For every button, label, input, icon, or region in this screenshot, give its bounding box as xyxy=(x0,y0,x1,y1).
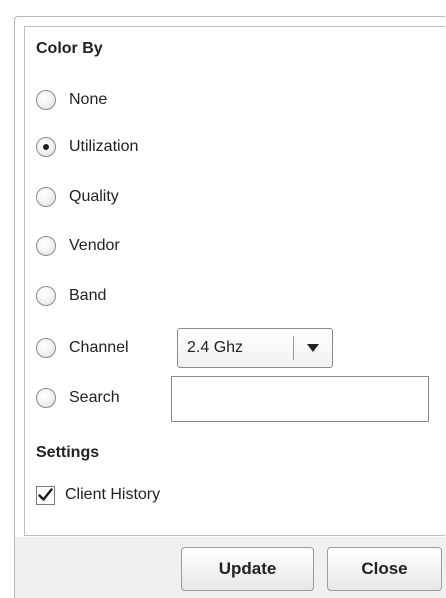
radio-icon[interactable] xyxy=(36,90,56,110)
chevron-down-icon[interactable] xyxy=(294,344,332,352)
settings-title: Settings xyxy=(36,444,100,461)
radio-label: Channel xyxy=(69,339,129,356)
client-history-label: Client History xyxy=(65,486,161,503)
client-history-checkbox[interactable]: Client History xyxy=(36,482,160,508)
radio-label: Vendor xyxy=(69,237,120,254)
radio-dot xyxy=(43,144,49,150)
radio-channel[interactable]: Channel xyxy=(36,335,129,361)
radio-band[interactable]: Band xyxy=(36,283,106,309)
radio-label: Utilization xyxy=(69,138,139,155)
radio-icon[interactable] xyxy=(36,236,56,256)
channel-band-value: 2.4 Ghz xyxy=(187,339,244,356)
search-input[interactable] xyxy=(171,376,429,422)
radio-icon[interactable] xyxy=(36,187,56,207)
radio-label: Quality xyxy=(69,188,119,205)
radio-icon[interactable] xyxy=(36,388,56,408)
update-button[interactable]: Update xyxy=(181,547,314,591)
checkbox-checked-icon[interactable] xyxy=(36,485,55,505)
radio-label: Band xyxy=(69,287,107,304)
close-button[interactable]: Close xyxy=(327,547,442,591)
radio-label: None xyxy=(69,91,108,108)
radio-icon[interactable] xyxy=(36,338,56,358)
radio-icon[interactable] xyxy=(36,286,56,306)
radio-search[interactable]: Search xyxy=(36,385,120,411)
radio-none[interactable]: None xyxy=(36,87,107,113)
radio-quality[interactable]: Quality xyxy=(36,184,119,210)
radio-label: Search xyxy=(69,389,120,406)
radio-selected-icon[interactable] xyxy=(36,137,56,157)
radio-utilization[interactable]: Utilization xyxy=(36,134,138,160)
radio-vendor[interactable]: Vendor xyxy=(36,233,120,259)
channel-band-select[interactable]: 2.4 Ghz xyxy=(177,328,333,368)
color-by-title: Color By xyxy=(36,40,103,57)
